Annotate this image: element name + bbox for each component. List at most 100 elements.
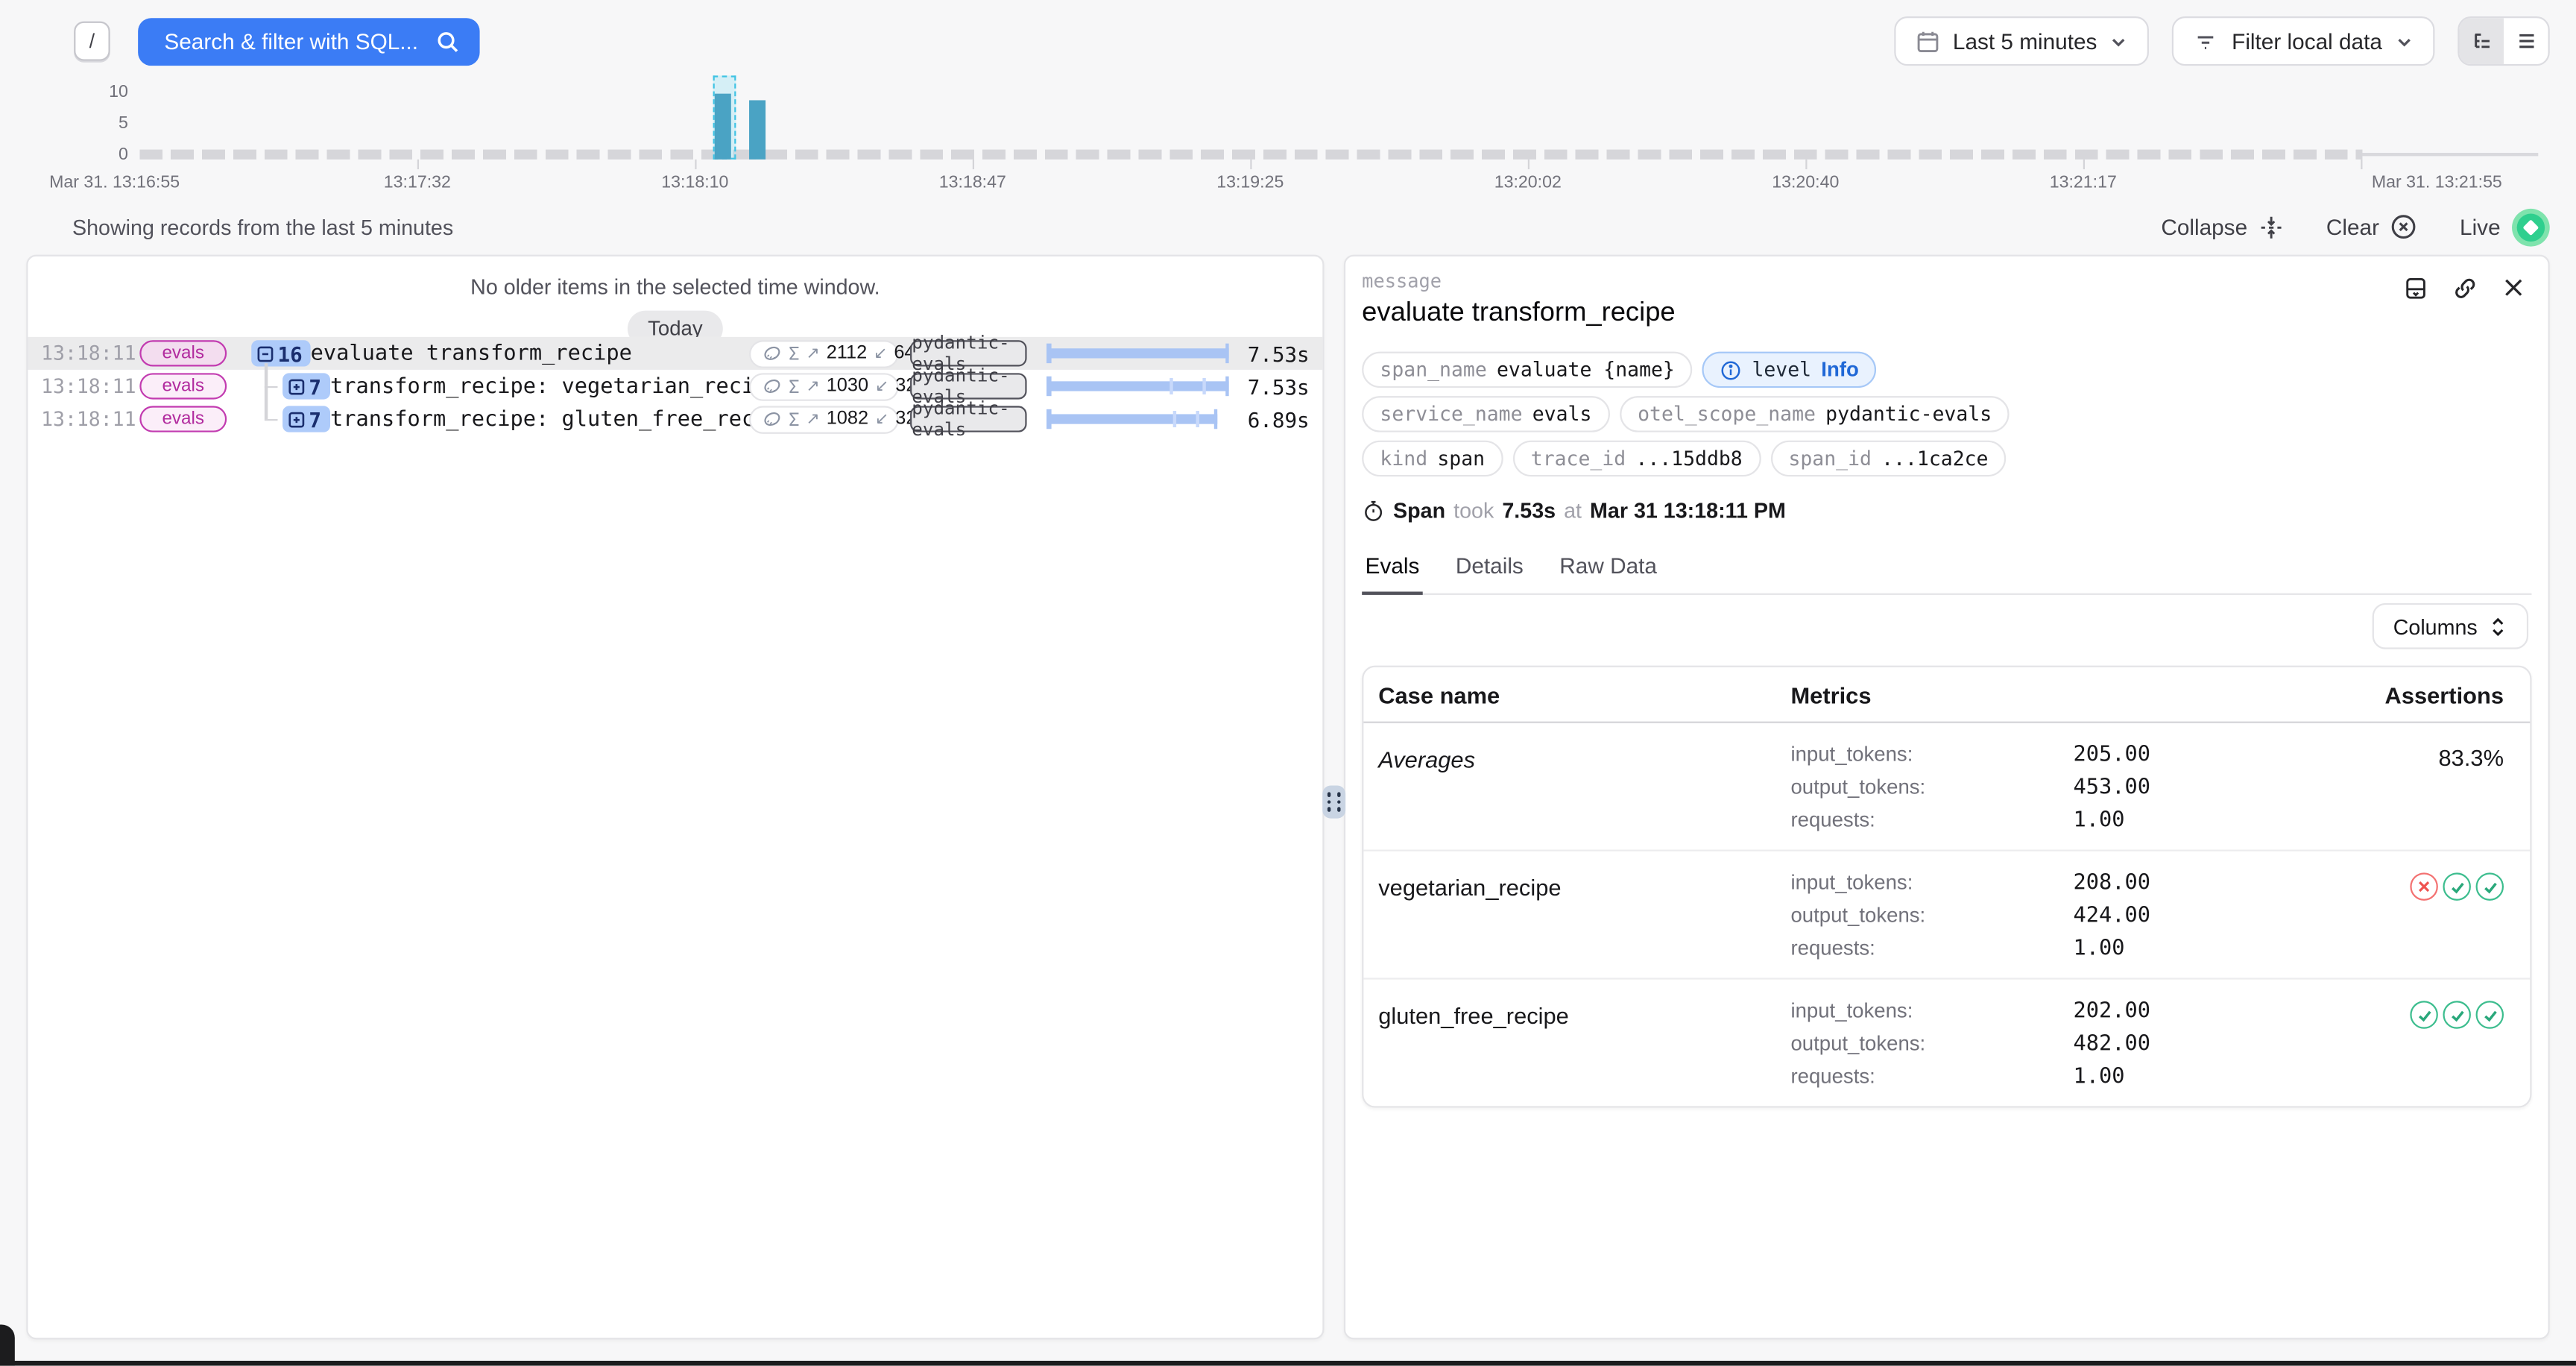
tokens-out-arrow-icon: ↗	[806, 377, 819, 395]
case-name: vegetarian_recipe	[1363, 871, 1790, 961]
search-input[interactable]: Search & filter with SQL...	[138, 18, 479, 66]
app-root: / Search & filter with SQL... Last 5 min…	[0, 0, 2576, 1366]
row-timestamp: 13:18:11	[41, 375, 136, 398]
duration-bar	[1046, 370, 1232, 403]
top-bar-actions: Last 5 minutes Filter local data	[1894, 16, 2550, 66]
span-id-chip[interactable]: span_id ...1ca2ce	[1770, 441, 2007, 476]
span-name-chip[interactable]: span_name evaluate {name}	[1362, 352, 1693, 388]
tree-connector	[265, 386, 267, 419]
filter-label: Filter local data	[2232, 29, 2382, 54]
x-axis-label: Mar 31. 13:16:55	[49, 172, 180, 192]
search-placeholder: Search & filter with SQL...	[164, 30, 435, 54]
assertion-pass-icon[interactable]	[2443, 1001, 2470, 1028]
close-icon[interactable]	[2502, 276, 2525, 300]
table-row-gluten-free-recipe[interactable]: gluten_free_recipe input_tokens:202.00 o…	[1363, 980, 2530, 1107]
panel-resize-handle[interactable]	[1322, 786, 1345, 819]
children-count-pill[interactable]: 16	[251, 340, 310, 366]
filter-local-data-button[interactable]: Filter local data	[2173, 16, 2435, 66]
x-axis-tickmark	[1250, 160, 1251, 169]
clear-button[interactable]: Clear	[2326, 214, 2417, 240]
tab-evals[interactable]: Evals	[1362, 544, 1423, 595]
dock-panel-icon[interactable]	[2404, 276, 2428, 300]
level-chip[interactable]: level Info	[1702, 352, 1877, 388]
filter-lines-icon	[2194, 29, 2218, 54]
screen-bottom-corner	[0, 1324, 15, 1365]
x-axis-tickmark	[695, 160, 696, 169]
trace-row-vegetarian[interactable]: 13:18:11 evals 7 transform_recipe: veget…	[28, 370, 1322, 403]
x-axis-tickmark	[2083, 160, 2085, 169]
coin-icon	[763, 377, 782, 396]
assertion-pass-icon[interactable]	[2410, 1001, 2437, 1028]
collapse-button[interactable]: Collapse	[2161, 215, 2283, 239]
span-title: evaluate transform_recipe	[311, 341, 632, 365]
assertion-fail-icon[interactable]	[2410, 872, 2437, 900]
x-axis-tickmark	[2361, 160, 2362, 169]
kind-chip[interactable]: kind span	[1362, 441, 1503, 476]
table-row-averages[interactable]: Averages input_tokens:205.00 output_toke…	[1363, 723, 2530, 852]
tokens-in-arrow-icon: ↙	[875, 410, 888, 428]
histogram-bar[interactable]	[749, 100, 765, 159]
coin-icon	[763, 344, 782, 363]
live-toggle[interactable]: Live	[2460, 208, 2550, 246]
status-row: Showing records from the last 5 minutes …	[0, 202, 2576, 251]
table-row-vegetarian-recipe[interactable]: vegetarian_recipe input_tokens:208.00 ou…	[1363, 852, 2530, 980]
tree-view-toggle[interactable]	[2460, 18, 2504, 64]
timeline-chart[interactable]: 10 5 0 Mar 31. 13:16:55 13:17:32 13:18:1…	[0, 82, 2576, 197]
slash-shortcut-key: /	[74, 22, 110, 61]
list-view-icon	[2514, 30, 2537, 53]
tab-details[interactable]: Details	[1452, 544, 1527, 594]
assertion-pass-icon[interactable]	[2443, 872, 2470, 900]
assertion-pass-icon[interactable]	[2476, 1001, 2504, 1028]
empty-notice: No older items in the selected time wind…	[28, 274, 1322, 299]
trace-id-chip[interactable]: trace_id ...15ddb8	[1513, 441, 1761, 476]
showing-records-text: Showing records from the last 5 minutes	[72, 215, 453, 240]
x-axis-tickmark	[973, 160, 974, 169]
trace-row-gluten-free[interactable]: 13:18:11 evals 7 transform_recipe: glute…	[28, 403, 1322, 435]
info-circle-icon	[1721, 359, 1743, 381]
list-view-toggle[interactable]	[2504, 18, 2548, 64]
timeline-baseline	[139, 150, 2362, 160]
span-title: transform_recipe: vegetarian_recipe	[330, 374, 780, 398]
x-axis-label: 13:18:47	[939, 172, 1006, 192]
children-count-pill[interactable]: 7	[282, 406, 329, 432]
column-header-metrics: Metrics	[1790, 682, 2217, 708]
trace-row-evaluate[interactable]: 13:18:11 evals 16 evaluate transform_rec…	[28, 337, 1322, 370]
evals-table: Case name Metrics Assertions Averages in…	[1362, 666, 2531, 1108]
coin-icon	[763, 409, 782, 429]
assertion-pass-icon[interactable]	[2476, 872, 2504, 900]
span-title: transform_recipe: gluten_free_recipe	[330, 407, 793, 432]
scope-tag: pydantic-evals	[910, 406, 1026, 432]
y-axis-tick: 0	[63, 145, 128, 164]
screen-bottom-edge	[0, 1361, 2576, 1366]
assertions-icons	[2410, 1001, 2504, 1028]
columns-button[interactable]: Columns	[2372, 603, 2528, 649]
service-badge: evals	[139, 373, 227, 399]
children-count-pill[interactable]: 7	[282, 373, 329, 399]
time-range-label: Last 5 minutes	[1953, 29, 2097, 54]
span-detail-panel: message evaluate transform_recipe	[1344, 255, 2550, 1340]
tree-view-icon	[2470, 30, 2493, 53]
sigma-icon: Σ	[789, 376, 800, 397]
tokens-in-arrow-icon: ↙	[874, 344, 887, 362]
calendar-icon	[1915, 29, 1939, 54]
metrics-cell: input_tokens:208.00 output_tokens:424.00…	[1790, 871, 2217, 961]
clear-circle-x-icon	[2390, 214, 2416, 240]
tab-raw-data[interactable]: Raw Data	[1556, 544, 1660, 594]
live-indicator-icon[interactable]	[2512, 208, 2550, 246]
service-name-chip[interactable]: service_name evals	[1362, 396, 1609, 432]
view-mode-toggle	[2457, 16, 2549, 66]
x-axis-tickmark	[1528, 160, 1530, 169]
histogram-bar[interactable]	[715, 94, 731, 160]
otel-scope-chip[interactable]: otel_scope_name pydantic-evals	[1620, 396, 2010, 432]
x-axis-label: 13:20:40	[1772, 172, 1839, 192]
sigma-icon: Σ	[789, 409, 800, 430]
y-axis-tick: 10	[63, 82, 128, 101]
time-range-button[interactable]: Last 5 minutes	[1894, 16, 2150, 66]
duration-bar	[1046, 403, 1232, 435]
x-axis-tickmark	[417, 160, 419, 169]
copy-link-icon[interactable]	[2453, 276, 2478, 300]
duration-bar	[1046, 337, 1232, 370]
tree-connector	[265, 418, 278, 421]
top-bar: / Search & filter with SQL... Last 5 min…	[0, 0, 2576, 82]
scope-tag: pydantic-evals	[910, 373, 1026, 399]
